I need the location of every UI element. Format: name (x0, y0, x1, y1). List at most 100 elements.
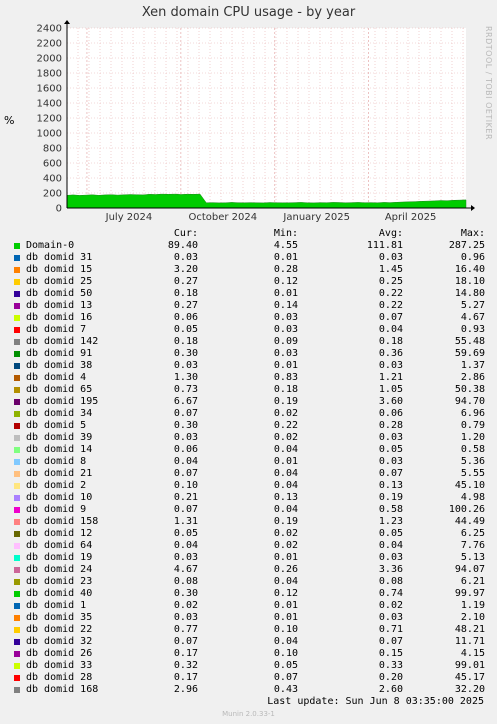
legend-label: db domid 34 (26, 408, 93, 419)
legend-value-max: 0.96 (460, 252, 485, 263)
legend-row: db domid 13 0.27 0.14 0.22 5.27 (13, 300, 493, 312)
legend-value-min: 0.03 (273, 312, 298, 323)
legend-value-cur: 0.08 (173, 576, 198, 587)
legend-value-avg: 1.23 (378, 516, 403, 527)
legend-value-min: 0.01 (273, 456, 298, 467)
legend-table: Cur: Min: Avg: Max: Domain-0 89.40 4.55 111… (13, 228, 493, 696)
legend-value-max: 1.20 (460, 432, 485, 443)
legend-label: Domain-0 (26, 240, 75, 251)
x-tick-label: October 2024 (188, 212, 257, 223)
legend-value-cur: 0.17 (173, 648, 198, 659)
legend-row: db domid 33 0.32 0.05 0.33 99.01 (13, 660, 493, 672)
legend-label: db domid 22 (26, 624, 93, 635)
legend-label: db domid 65 (26, 384, 93, 395)
legend-value-cur: 0.06 (173, 312, 198, 323)
legend-value-max: 0.79 (460, 420, 485, 431)
legend-value-avg: 0.07 (378, 312, 403, 323)
legend-swatch (14, 303, 20, 309)
legend-value-avg: 3.36 (378, 564, 403, 575)
legend-value-cur: 0.03 (173, 252, 198, 263)
x-tick-label: January 2025 (282, 212, 350, 223)
legend-value-cur: 0.04 (173, 540, 198, 551)
legend-swatch (14, 471, 20, 477)
y-tick-label: 1600 (37, 84, 62, 95)
legend-value-max: 100.26 (448, 504, 485, 515)
legend-row: db domid 39 0.03 0.02 0.03 1.20 (13, 432, 493, 444)
legend-row: db domid 91 0.30 0.03 0.36 59.69 (13, 348, 493, 360)
legend-value-max: 99.97 (454, 588, 485, 599)
legend-value-max: 6.25 (460, 528, 485, 539)
legend-value-avg: 2.60 (378, 684, 403, 695)
legend-value-max: 94.70 (454, 396, 485, 407)
legend-value-cur: 0.06 (173, 444, 198, 455)
legend-row: db domid 38 0.03 0.01 0.03 1.37 (13, 360, 493, 372)
legend-value-cur: 0.03 (173, 552, 198, 563)
legend-value-avg: 1.21 (378, 372, 403, 383)
legend-value-max: 16.40 (454, 264, 485, 275)
legend-value-min: 0.02 (273, 408, 298, 419)
legend-row: db domid 21 0.07 0.04 0.07 5.55 (13, 468, 493, 480)
legend-value-cur: 0.27 (173, 276, 198, 287)
legend-swatch (14, 243, 20, 249)
legend-label: db domid 142 (26, 336, 99, 347)
x-axis-arrow (471, 205, 475, 211)
legend-swatch (14, 627, 20, 633)
legend-value-min: 0.02 (273, 432, 298, 443)
legend-swatch (14, 567, 20, 573)
legend-row: db domid 168 2.96 0.43 2.60 32.20 (13, 684, 493, 696)
legend-row: db domid 40 0.30 0.12 0.74 99.97 (13, 588, 493, 600)
legend-value-avg: 0.03 (378, 360, 403, 371)
y-axis-arrow (64, 20, 70, 24)
cpu-usage-chart: 0 200 400 600 800 1000 1200 1400 1600 1800 2000 220… (37, 20, 475, 223)
legend-swatch (14, 279, 20, 285)
legend-value-avg: 1.45 (378, 264, 403, 275)
legend-value-avg: 0.71 (378, 624, 403, 635)
legend-value-min: 4.55 (273, 240, 298, 251)
legend-value-max: 2.86 (460, 372, 485, 383)
legend-row: db domid 64 0.04 0.02 0.04 7.76 (13, 540, 493, 552)
legend-value-max: 0.58 (460, 444, 485, 455)
legend-value-max: 99.01 (454, 660, 485, 671)
legend-value-cur: 0.04 (173, 456, 198, 467)
y-tick-label: 600 (43, 159, 62, 170)
legend-value-max: 11.71 (454, 636, 485, 647)
legend-value-max: 1.37 (460, 360, 485, 371)
legend-swatch (14, 327, 20, 333)
legend-value-cur: 6.67 (173, 396, 198, 407)
legend-row: db domid 50 0.18 0.01 0.22 14.80 (13, 288, 493, 300)
legend-value-min: 0.01 (273, 288, 298, 299)
legend-row: db domid 35 0.03 0.01 0.03 2.10 (13, 612, 493, 624)
y-tick-label: 1000 (37, 129, 62, 140)
legend-value-min: 0.14 (273, 300, 298, 311)
legend-value-avg: 0.22 (378, 300, 403, 311)
y-tick-label: 1400 (37, 99, 62, 110)
legend-value-min: 0.04 (273, 636, 298, 647)
legend-swatch (14, 447, 20, 453)
legend-value-min: 0.18 (273, 384, 298, 395)
legend-row: db domid 14 0.06 0.04 0.05 0.58 (13, 444, 493, 456)
y-tick-label: 400 (43, 174, 62, 185)
legend-label: db domid 1 (26, 600, 87, 611)
legend-value-min: 0.04 (273, 504, 298, 515)
legend-label: db domid 8 (26, 456, 87, 467)
legend-value-cur: 0.07 (173, 636, 198, 647)
y-tick-label: 2400 (37, 24, 62, 35)
legend-value-max: 14.80 (454, 288, 485, 299)
legend-swatch (14, 315, 20, 321)
x-tick-label: July 2024 (105, 212, 153, 223)
y-tick-label: 2000 (37, 54, 62, 65)
legend-label: db domid 16 (26, 312, 93, 323)
legend-value-cur: 0.03 (173, 360, 198, 371)
legend-value-min: 0.09 (273, 336, 298, 347)
legend-swatch (14, 459, 20, 465)
legend-label: db domid 158 (26, 516, 99, 527)
legend-value-avg: 0.20 (378, 672, 403, 683)
legend-value-avg: 0.08 (378, 576, 403, 587)
legend-value-cur: 1.31 (173, 516, 198, 527)
legend-value-cur: 0.05 (173, 324, 198, 335)
legend-row: db domid 8 0.04 0.01 0.03 5.36 (13, 456, 493, 468)
legend-label: db domid 39 (26, 432, 93, 443)
legend-value-avg: 0.03 (378, 456, 403, 467)
legend-swatch (14, 531, 20, 537)
legend-row: db domid 26 0.17 0.10 0.15 4.15 (13, 648, 493, 660)
